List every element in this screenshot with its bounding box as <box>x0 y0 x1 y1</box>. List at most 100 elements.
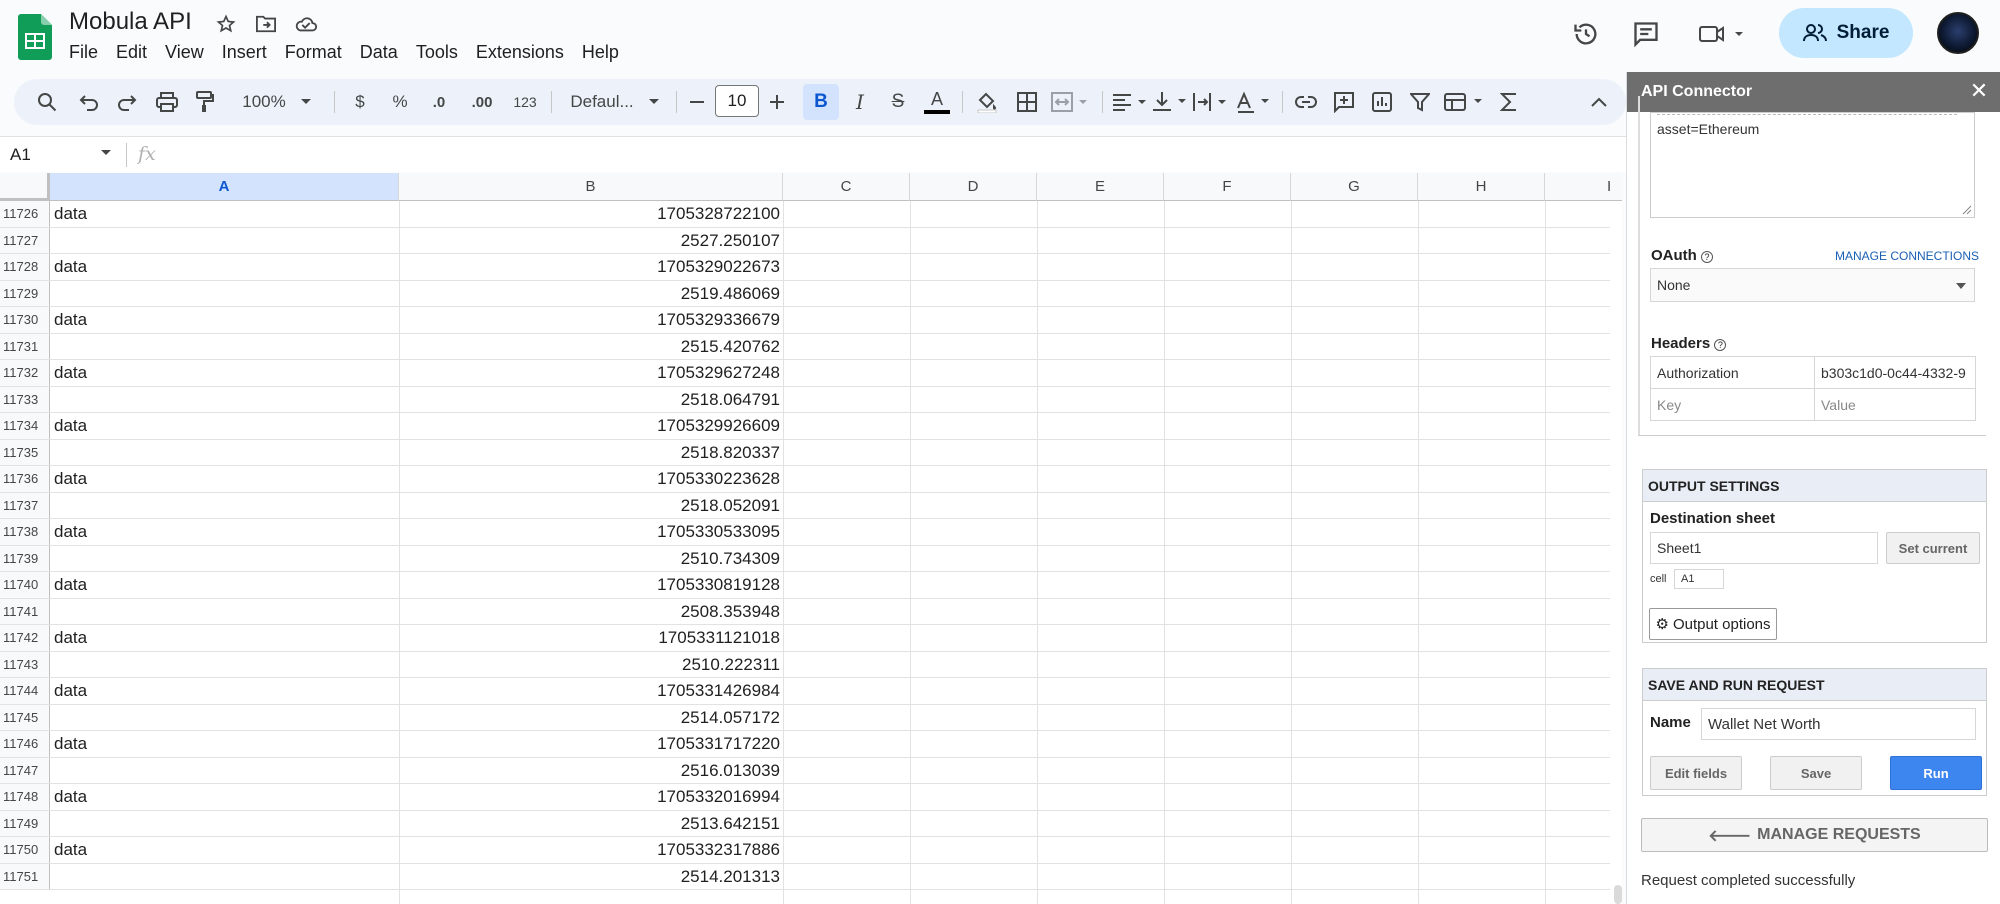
cell-b[interactable]: 1705330223628 <box>400 466 780 492</box>
undo-icon[interactable] <box>74 79 104 125</box>
grid-scrollbar-track[interactable] <box>1610 201 1622 904</box>
decrease-decimal-button[interactable]: .0 <box>422 79 456 125</box>
header-value-placeholder[interactable]: Value <box>1814 388 1976 421</box>
cell-b[interactable]: 2518.052091 <box>400 493 780 519</box>
more-formats-button[interactable]: 123 <box>506 79 544 125</box>
strikethrough-button[interactable]: S <box>882 79 914 125</box>
row-number[interactable]: 11733 <box>0 386 50 412</box>
insert-comment-icon[interactable] <box>1328 79 1360 125</box>
paint-format-icon[interactable] <box>190 79 220 125</box>
cell-b[interactable]: 2518.064791 <box>400 387 780 413</box>
meet-video-icon[interactable] <box>1694 14 1750 54</box>
insert-link-icon[interactable] <box>1290 79 1322 125</box>
cell-b[interactable]: 1705329336679 <box>400 307 780 333</box>
functions-icon[interactable] <box>1494 79 1524 125</box>
cell-b[interactable]: 1705331121018 <box>400 625 780 651</box>
cell-b[interactable]: 1705328722100 <box>400 201 780 227</box>
sheets-logo-icon[interactable] <box>18 14 52 60</box>
cell-a[interactable]: data <box>54 307 87 333</box>
menu-data[interactable]: Data <box>351 40 407 65</box>
cell-b[interactable]: 2510.734309 <box>400 546 780 572</box>
cell-a[interactable]: data <box>54 731 87 757</box>
column-header-f[interactable]: F <box>1164 173 1291 201</box>
cell-a[interactable]: data <box>54 572 87 598</box>
redo-icon[interactable] <box>112 79 142 125</box>
cell-b[interactable]: 1705331717220 <box>400 731 780 757</box>
row-number[interactable]: 11731 <box>0 333 50 359</box>
cell-b[interactable]: 1705329022673 <box>400 254 780 280</box>
cell-b[interactable]: 1705329926609 <box>400 413 780 439</box>
cell-b[interactable]: 1705332016994 <box>400 784 780 810</box>
cell-b[interactable]: 1705331426984 <box>400 678 780 704</box>
cell-b[interactable]: 1705330819128 <box>400 572 780 598</box>
cell-b[interactable]: 1705332317886 <box>400 837 780 863</box>
font-select[interactable]: Defaul... <box>560 79 670 125</box>
insert-chart-icon[interactable] <box>1366 79 1398 125</box>
menu-extensions[interactable]: Extensions <box>467 40 573 65</box>
row-number[interactable]: 11740 <box>0 572 50 598</box>
increase-decimal-button[interactable]: .00 <box>462 79 502 125</box>
text-rotation-icon[interactable] <box>1232 79 1278 125</box>
print-icon[interactable] <box>152 79 182 125</box>
cell-b[interactable]: 2527.250107 <box>400 228 780 254</box>
borders-icon[interactable] <box>1012 79 1042 125</box>
filter-icon[interactable] <box>1404 79 1436 125</box>
help-icon[interactable]: ? <box>1714 339 1727 351</box>
row-number[interactable]: 11748 <box>0 784 50 810</box>
italic-button[interactable]: I <box>844 79 876 125</box>
cell-b[interactable]: 2510.222311 <box>400 652 780 678</box>
decrease-font-size-button[interactable] <box>682 79 712 125</box>
move-folder-icon[interactable] <box>253 11 279 37</box>
column-header-a[interactable]: A <box>50 173 399 201</box>
row-number[interactable]: 11737 <box>0 492 50 518</box>
cell-b[interactable]: 2518.820337 <box>400 440 780 466</box>
merge-cells-icon[interactable] <box>1048 79 1094 125</box>
avatar[interactable] <box>1937 12 1979 54</box>
row-number[interactable]: 11742 <box>0 625 50 651</box>
oauth-select[interactable]: None <box>1650 268 1975 302</box>
column-header-d[interactable]: D <box>910 173 1037 201</box>
fill-color-icon[interactable] <box>972 79 1002 125</box>
name-box[interactable]: A1 <box>10 145 31 165</box>
percent-format-button[interactable]: % <box>384 79 416 125</box>
row-number[interactable]: 11734 <box>0 413 50 439</box>
currency-format-button[interactable]: $ <box>344 79 376 125</box>
cell-a[interactable]: data <box>54 519 87 545</box>
row-number[interactable]: 11730 <box>0 307 50 333</box>
filter-views-icon[interactable] <box>1442 79 1492 125</box>
row-number[interactable]: 11735 <box>0 439 50 465</box>
row-number[interactable]: 11736 <box>0 466 50 492</box>
scrollbar-thumb[interactable] <box>1614 885 1622 904</box>
row-number[interactable]: 11745 <box>0 704 50 730</box>
menu-view[interactable]: View <box>156 40 213 65</box>
menu-file[interactable]: File <box>60 40 107 65</box>
row-number[interactable]: 11744 <box>0 678 50 704</box>
chevron-down-icon[interactable] <box>100 149 112 157</box>
cell-b[interactable]: 2514.057172 <box>400 705 780 731</box>
cell-b[interactable]: 2519.486069 <box>400 281 780 307</box>
resize-handle-icon[interactable] <box>1962 205 1972 215</box>
cloud-status-icon[interactable] <box>293 11 319 37</box>
column-header-c[interactable]: C <box>783 173 910 201</box>
column-header-g[interactable]: G <box>1291 173 1418 201</box>
cell-input[interactable]: A1 <box>1674 569 1724 589</box>
search-menus-icon[interactable] <box>32 79 62 125</box>
select-all-corner[interactable] <box>0 173 50 201</box>
cell-b[interactable]: 2515.420762 <box>400 334 780 360</box>
row-number[interactable]: 11747 <box>0 757 50 783</box>
cell-b[interactable]: 1705329627248 <box>400 360 780 386</box>
cell-b[interactable]: 2508.353948 <box>400 599 780 625</box>
cell-a[interactable]: data <box>54 678 87 704</box>
edit-fields-button[interactable]: Edit fields <box>1650 756 1742 790</box>
menu-insert[interactable]: Insert <box>213 40 276 65</box>
menu-help[interactable]: Help <box>573 40 628 65</box>
row-number[interactable]: 11749 <box>0 810 50 836</box>
menu-format[interactable]: Format <box>276 40 351 65</box>
row-number[interactable]: 11728 <box>0 254 50 280</box>
cell-a[interactable]: data <box>54 201 87 227</box>
cell-a[interactable]: data <box>54 254 87 280</box>
manage-connections-link[interactable]: MANAGE CONNECTIONS <box>1835 249 1979 263</box>
header-value-input[interactable]: b303c1d0-0c44-4332-9 <box>1814 356 1976 389</box>
comments-icon[interactable] <box>1626 14 1666 54</box>
save-button[interactable]: Save <box>1770 756 1862 790</box>
